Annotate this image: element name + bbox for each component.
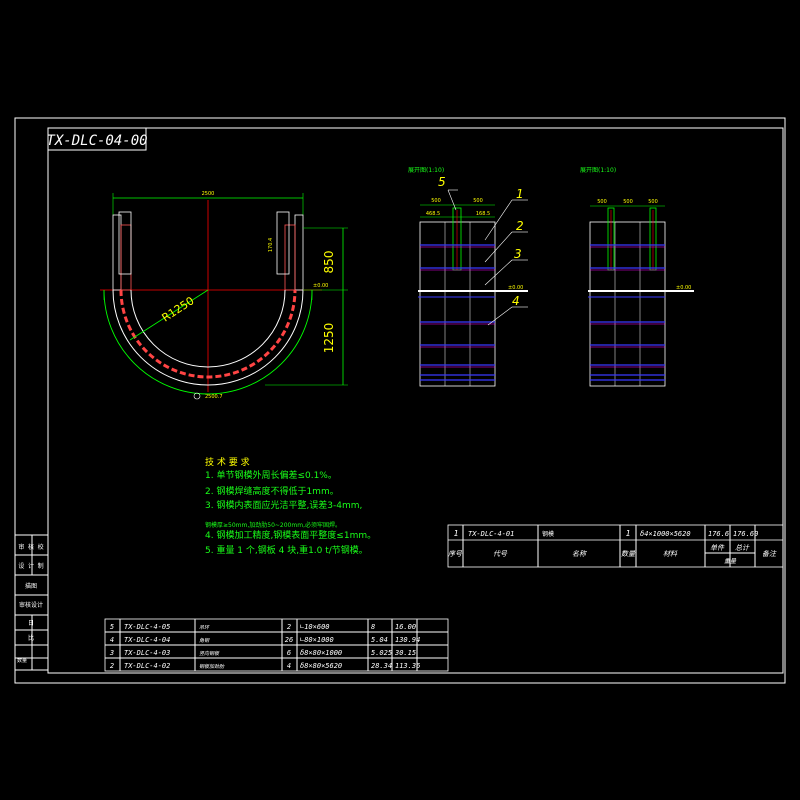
note-3b: 钢模厚≥50mm,加劲肋50~200mm,必须牢固焊。 <box>205 521 341 529</box>
elev-a-dim-3: 468.5 <box>426 211 440 217</box>
plan-view: 2500 R1250 850 1250 170.4 ±0.00 2500.7 <box>100 191 348 400</box>
parts-list-cell: 4 <box>110 636 114 644</box>
elev-a-dim-2: 500 <box>473 198 483 204</box>
tb-h-note: 备注 <box>762 550 777 558</box>
title-block: 1 TX-DLC-4-01 钢模 1 δ4×1000×5620 176.6 17… <box>447 524 784 568</box>
elev-b-dim-1: 500 <box>597 199 607 205</box>
strip-text-6: 比 <box>28 634 34 642</box>
plan-radius-label: R1250 <box>160 294 197 324</box>
parts-list-cell: 3 <box>109 649 114 657</box>
plan-dim-upper: 850 <box>322 251 336 274</box>
strip-text-3: 描图 <box>25 582 37 590</box>
parts-list-cell: TX-DLC-4-03 <box>124 649 170 657</box>
left-revision-strip: 审 核 校 设 计 制 描图 审核设计 日 比 数量 <box>14 534 49 671</box>
plan-bottom-label: 2500.7 <box>205 394 223 400</box>
parts-list-cell: TX-DLC-4-05 <box>124 623 170 631</box>
note-1: 1. 单节钢模外周长偏差≤0.1%。 <box>205 469 337 481</box>
parts-list-cell: 5.04 <box>371 636 388 644</box>
elevation-a-title: 展开图(1:10) <box>408 167 444 174</box>
parts-list-cell: 2 <box>287 623 291 631</box>
parts-list-cell: TX-DLC-4-04 <box>124 636 170 644</box>
plan-side-label: 170.4 <box>268 238 274 252</box>
tb-row-material: δ4×1000×5620 <box>640 530 691 538</box>
technical-notes: 技 术 要 求 1. 单节钢模外周长偏差≤0.1%。 2. 钢模焊缝高度不得低于… <box>205 456 376 556</box>
parts-list-rows: 5 TX-DLC-4-05 吊环 2 ∟10×600 8 16.00 4 TX-DLC-4-04… <box>109 623 420 670</box>
parts-list-cell: 28.34 <box>371 662 392 670</box>
inner-frame <box>47 127 784 674</box>
strip-text-5: 日 <box>28 620 34 627</box>
parts-list-cell: TX-DLC-4-02 <box>124 662 170 670</box>
strip-text-4: 审核设计 <box>19 601 43 609</box>
parts-list-cell: 30.15 <box>394 649 416 657</box>
note-2: 2. 钢模焊缝高度不得低于1mm。 <box>205 485 339 497</box>
elev-b-dim-3: 500 <box>648 199 658 205</box>
elevation-b-title: 展开图(1:10) <box>580 167 616 174</box>
parts-list-cell: 竖向钢板 <box>199 650 220 657</box>
note-4: 4. 钢模加工精度,钢模表面平整度≤1mm。 <box>205 529 376 541</box>
callout-5: 5 <box>438 175 446 189</box>
tb-row-unit: 176.6 <box>708 530 729 538</box>
callout-1: 1 <box>516 187 524 201</box>
note-5: 5. 重量 1 个,钢板 4 块,重1.0 t/节钢模。 <box>205 544 368 556</box>
plan-dim-lower: 1250 <box>322 323 336 354</box>
tb-row-seq: 1 <box>454 529 459 538</box>
parts-list-cell: 5.025 <box>371 649 392 657</box>
tb-h-qty: 数量 <box>621 550 636 558</box>
cad-drawing: TX-DLC-04-00 审 核 校 设 计 制 描图 审核设计 日 比 数量 … <box>14 117 786 684</box>
parts-list-cell: 2 <box>110 662 114 670</box>
note-3: 3. 钢模内表面应光洁平整,误差3-4mm, <box>205 499 362 511</box>
parts-list-cell: 钢板加劲肋 <box>199 663 225 670</box>
callout-4: 4 <box>512 294 520 308</box>
tb-h-total: 总计 <box>735 544 750 552</box>
drawing-number: TX-DLC-04-00 <box>46 133 147 149</box>
plan-top-dim: 2500 <box>202 191 215 197</box>
parts-list-cell: δ8×80×5620 <box>300 662 342 670</box>
tb-row-total: 176.60 <box>733 530 758 538</box>
parts-list-cell: δ8×80×1000 <box>300 649 342 657</box>
tb-row-name: 钢模 <box>542 530 554 538</box>
elev-b-dim-2: 500 <box>623 199 633 205</box>
parts-list-cell: 吊环 <box>199 625 210 631</box>
parts-list-cell: 6 <box>287 649 291 657</box>
plan-gauge-label: ±0.00 <box>313 283 328 289</box>
parts-list-cell: 5 <box>110 623 114 631</box>
parts-list-cell: ∟80×1000 <box>300 636 334 644</box>
elevation-b: 展开图(1:10) 500 500 500 ±0.00 <box>580 167 694 387</box>
parts-list-cell: ∟10×600 <box>300 623 330 631</box>
tb-h-seq: 序号 <box>448 550 463 558</box>
tb-row-qty: 1 <box>626 529 631 538</box>
parts-list-cell: 角钢 <box>199 637 210 644</box>
elev-a-dim-1: 500 <box>431 198 441 204</box>
elev-a-dim-4: 168.5 <box>476 211 490 217</box>
tb-h-code: 代号 <box>493 550 508 558</box>
tb-h-material: 材料 <box>663 550 678 558</box>
tb-h-unit: 单件 <box>710 544 725 552</box>
elev-b-level-label: ±0.00 <box>676 285 691 291</box>
parts-list-cell: 4 <box>287 662 291 670</box>
notes-heading: 技 术 要 求 <box>205 456 250 468</box>
tb-h-name: 名称 <box>572 550 587 558</box>
elevation-a: 展开图(1:10) 500 500 468.5 168.5 ±0.00 1 2 … <box>408 167 528 387</box>
strip-text-1: 审 核 校 <box>18 543 43 551</box>
elev-a-level-label: ±0.00 <box>508 285 523 291</box>
strip-text-7: 数量 <box>17 657 27 664</box>
callout-2: 2 <box>516 219 524 233</box>
parts-list-cell: 26 <box>285 636 293 644</box>
tb-row-code: TX-DLC-4-01 <box>468 530 514 538</box>
strip-text-2: 设 计 制 <box>18 562 43 570</box>
parts-list-cell: 130.94 <box>395 636 420 644</box>
parts-list-cell: 16.00 <box>395 623 416 631</box>
parts-list-cell: 113.36 <box>395 662 420 670</box>
callout-3: 3 <box>514 247 522 261</box>
cad-drawing-canvas: TX-DLC-04-00 审 核 校 设 计 制 描图 审核设计 日 比 数量 … <box>0 0 800 800</box>
tb-weight-label: 重量 <box>724 558 737 565</box>
parts-list-cell: 8 <box>371 623 375 631</box>
outer-frame <box>14 117 786 684</box>
